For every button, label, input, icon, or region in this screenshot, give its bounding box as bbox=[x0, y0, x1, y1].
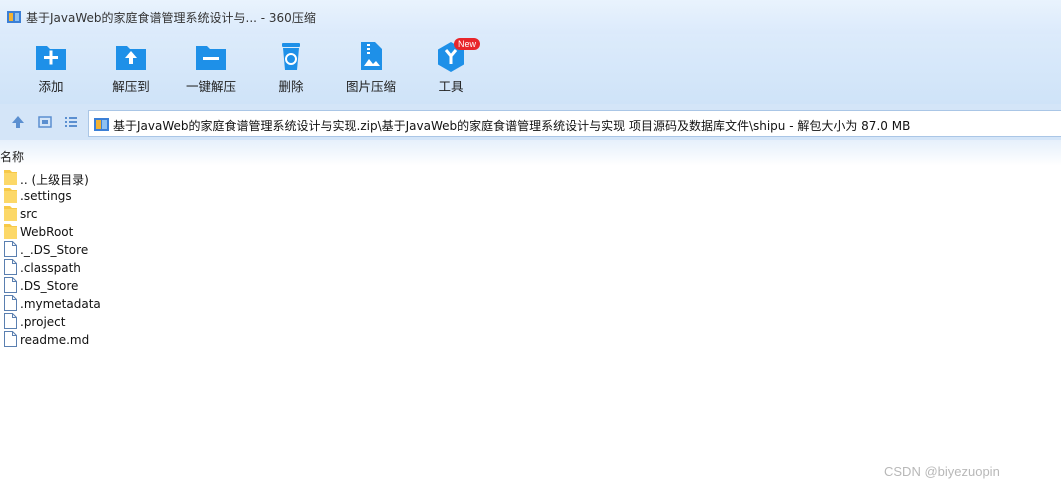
image-compress-icon bbox=[336, 40, 406, 72]
thumbnail-view-icon[interactable] bbox=[38, 114, 52, 133]
column-header-name[interactable]: 名称 bbox=[0, 148, 24, 165]
list-view-icon[interactable] bbox=[64, 114, 78, 133]
window-title: 基于JavaWeb的家庭食谱管理系统设计与... - 360压缩 bbox=[26, 11, 316, 25]
toolbar: 添加 解压到 一键解压 删除 图片压缩 New 工具 bbox=[0, 34, 1061, 104]
file-icon bbox=[4, 295, 17, 315]
file-name: .mymetadata bbox=[20, 297, 101, 311]
list-item[interactable]: .mymetadata bbox=[0, 295, 400, 313]
navigation-bar: 基于JavaWeb的家庭食谱管理系统设计与实现.zip\基于JavaWeb的家庭… bbox=[0, 104, 1061, 140]
tools-button[interactable]: New 工具 bbox=[416, 38, 486, 100]
list-header-background bbox=[0, 140, 1061, 166]
file-name: .settings bbox=[20, 189, 72, 203]
list-item[interactable]: .project bbox=[0, 313, 400, 331]
list-item[interactable]: .. (上级目录) bbox=[0, 169, 400, 187]
list-item[interactable]: .classpath bbox=[0, 259, 400, 277]
file-icon bbox=[4, 277, 17, 297]
watermark: CSDN @biyezuopin bbox=[884, 464, 1000, 479]
tools-label: 工具 bbox=[438, 79, 464, 94]
file-name: .DS_Store bbox=[20, 279, 79, 293]
title-bar: 基于JavaWeb的家庭食谱管理系统设计与... - 360压缩 bbox=[0, 0, 1061, 34]
file-name: .. (上级目录) bbox=[20, 173, 89, 187]
folder-icon bbox=[4, 187, 17, 207]
file-name: .classpath bbox=[20, 261, 81, 275]
folder-icon bbox=[4, 205, 17, 225]
path-field[interactable]: 基于JavaWeb的家庭食谱管理系统设计与实现.zip\基于JavaWeb的家庭… bbox=[88, 110, 1061, 137]
path-text: 基于JavaWeb的家庭食谱管理系统设计与实现.zip\基于JavaWeb的家庭… bbox=[113, 119, 911, 133]
file-list: .. (上级目录) .settings src WebRoot ._.DS_St… bbox=[0, 169, 400, 349]
archive-app-icon bbox=[7, 9, 21, 28]
list-item[interactable]: src bbox=[0, 205, 400, 223]
up-arrow-icon[interactable] bbox=[11, 114, 25, 133]
one-click-extract-icon bbox=[176, 40, 246, 72]
list-item[interactable]: readme.md bbox=[0, 331, 400, 349]
extract-to-icon bbox=[96, 40, 166, 72]
file-icon bbox=[4, 259, 17, 279]
delete-icon bbox=[256, 40, 326, 72]
new-badge: New bbox=[454, 38, 481, 50]
one-click-extract-button[interactable]: 一键解压 bbox=[176, 40, 246, 100]
add-button[interactable]: 添加 bbox=[16, 40, 86, 100]
list-item[interactable]: WebRoot bbox=[0, 223, 400, 241]
file-name: WebRoot bbox=[20, 225, 74, 239]
image-compress-label: 图片压缩 bbox=[345, 79, 396, 94]
file-name: readme.md bbox=[20, 333, 90, 347]
list-item[interactable]: ._.DS_Store bbox=[0, 241, 400, 259]
extract-to-label: 解压到 bbox=[112, 79, 150, 94]
add-label: 添加 bbox=[38, 79, 64, 94]
one-click-extract-label: 一键解压 bbox=[185, 79, 236, 94]
file-name: src bbox=[20, 207, 38, 221]
zip-archive-icon bbox=[94, 117, 109, 136]
extract-to-button[interactable]: 解压到 bbox=[96, 40, 166, 100]
file-name: ._.DS_Store bbox=[20, 243, 89, 257]
add-icon bbox=[16, 40, 86, 72]
delete-button[interactable]: 删除 bbox=[256, 40, 326, 100]
file-icon bbox=[4, 313, 17, 333]
folder-icon bbox=[4, 169, 17, 189]
list-item[interactable]: .settings bbox=[0, 187, 400, 205]
image-compress-button[interactable]: 图片压缩 bbox=[336, 40, 406, 100]
file-icon bbox=[4, 241, 17, 261]
file-name: .project bbox=[20, 315, 66, 329]
folder-icon bbox=[4, 223, 17, 243]
delete-label: 删除 bbox=[278, 79, 304, 94]
list-item[interactable]: .DS_Store bbox=[0, 277, 400, 295]
file-icon bbox=[4, 331, 17, 351]
